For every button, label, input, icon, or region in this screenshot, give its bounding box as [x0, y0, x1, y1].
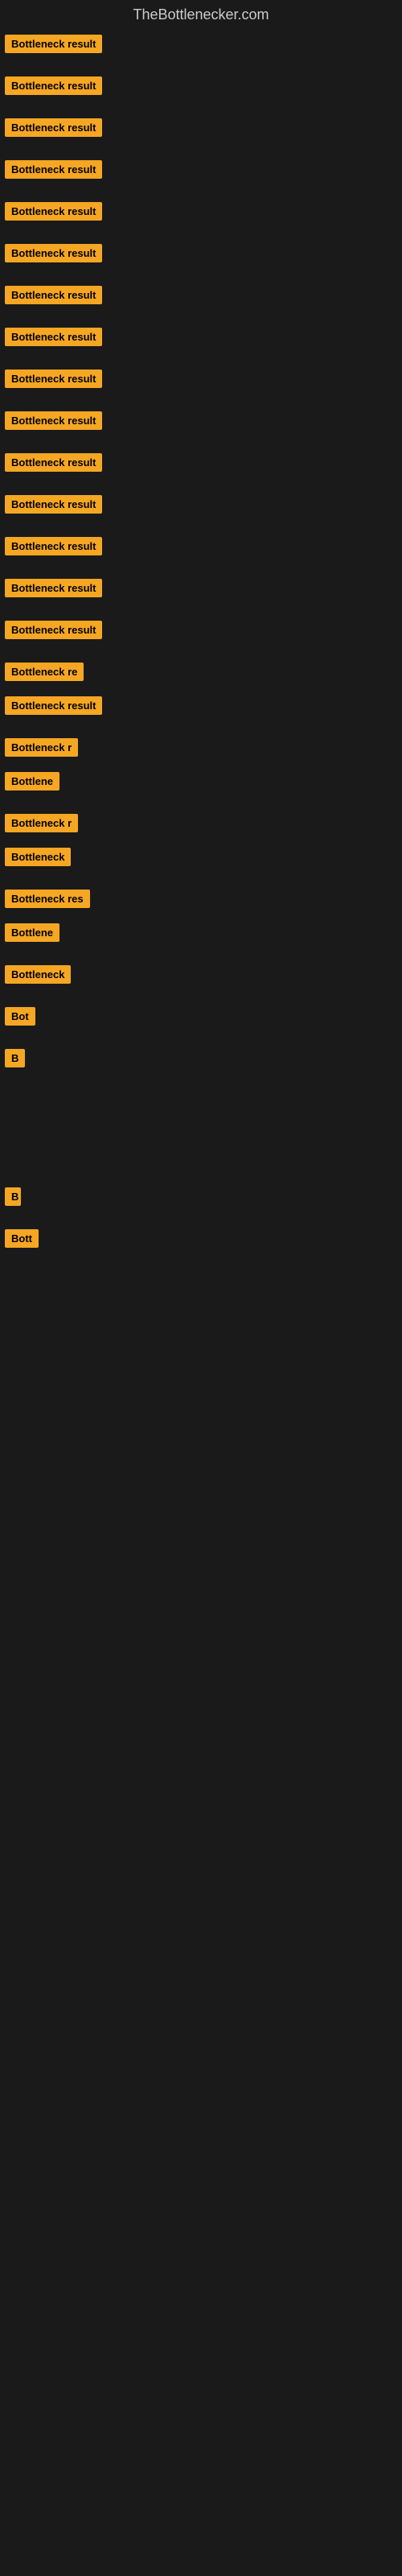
bottleneck-badge: Bottleneck result	[5, 35, 102, 53]
bottleneck-badge: Bottleneck	[5, 848, 71, 866]
rows-container: Bottleneck result Bottleneck result Bottle…	[0, 27, 402, 1255]
list-item: Bottleneck result	[0, 437, 402, 479]
bottleneck-badge: Bottleneck result	[5, 579, 102, 597]
bottleneck-badge: Bot	[5, 1007, 35, 1026]
bottleneck-badge: Bottleneck result	[5, 160, 102, 179]
list-item: Bottleneck result	[0, 144, 402, 186]
list-item: Bottleneck result	[0, 27, 402, 60]
list-item: Bottleneck result	[0, 60, 402, 102]
list-item: Bottlene	[0, 764, 402, 798]
bottleneck-badge: B	[5, 1049, 25, 1067]
site-title: TheBottlenecker.com	[0, 0, 402, 27]
list-item: Bottleneck result	[0, 395, 402, 437]
bottleneck-badge: Bottleneck result	[5, 369, 102, 388]
list-item: Bottleneck result	[0, 688, 402, 722]
list-item: Bottleneck result	[0, 102, 402, 144]
list-item: Bottleneck	[0, 949, 402, 991]
bottleneck-badge: Bottleneck	[5, 965, 71, 984]
bottleneck-badge: Bottlene	[5, 923, 59, 942]
bottleneck-badge: Bottleneck result	[5, 537, 102, 555]
list-item: Bottleneck result	[0, 563, 402, 605]
list-item: Bottlene	[0, 915, 402, 949]
list-item: Bottleneck	[0, 840, 402, 873]
bottleneck-badge: Bott	[5, 1229, 39, 1248]
bottleneck-badge: Bottleneck re	[5, 663, 84, 681]
list-item: Bottleneck result	[0, 479, 402, 521]
bottleneck-badge: Bottleneck result	[5, 118, 102, 137]
list-item: B	[0, 1139, 402, 1213]
bottleneck-badge: Bottleneck result	[5, 76, 102, 95]
list-item: Bottleneck result	[0, 270, 402, 312]
list-item: Bottleneck r	[0, 798, 402, 840]
list-item: Bottleneck result	[0, 353, 402, 395]
bottleneck-badge: Bottleneck result	[5, 453, 102, 472]
list-item: Bot	[0, 991, 402, 1033]
list-item: Bottleneck res	[0, 873, 402, 915]
bottleneck-badge: B	[5, 1187, 21, 1206]
bottleneck-badge: Bottleneck res	[5, 890, 90, 908]
list-item: B	[0, 1033, 402, 1075]
list-item: Bottleneck result	[0, 186, 402, 228]
list-item: Bottleneck re	[0, 646, 402, 688]
list-item: Bottleneck r	[0, 722, 402, 764]
bottleneck-badge: Bottleneck result	[5, 286, 102, 304]
list-item: Bottleneck result	[0, 312, 402, 353]
bottleneck-badge: Bottleneck result	[5, 328, 102, 346]
list-item: Bottleneck result	[0, 521, 402, 563]
bottleneck-badge: Bottleneck result	[5, 621, 102, 639]
bottleneck-badge: Bottleneck r	[5, 738, 78, 757]
list-item: Bottleneck result	[0, 605, 402, 646]
list-item: Bott	[0, 1213, 402, 1255]
bottleneck-badge: Bottleneck result	[5, 411, 102, 430]
bottleneck-badge: Bottleneck result	[5, 202, 102, 221]
list-item	[0, 1075, 402, 1139]
bottleneck-badge: Bottleneck result	[5, 495, 102, 514]
site-header: TheBottlenecker.com	[0, 0, 402, 27]
bottleneck-badge: Bottleneck r	[5, 814, 78, 832]
list-item: Bottleneck result	[0, 228, 402, 270]
bottleneck-badge: Bottlene	[5, 772, 59, 791]
bottleneck-badge: Bottleneck result	[5, 696, 102, 715]
bottleneck-badge: Bottleneck result	[5, 244, 102, 262]
